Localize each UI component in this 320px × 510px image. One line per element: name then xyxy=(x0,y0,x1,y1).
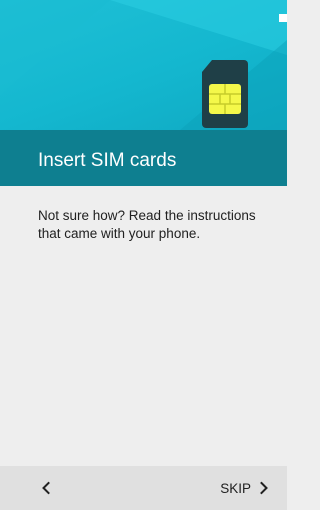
skip-label: SKIP xyxy=(220,480,251,496)
sim-card-icon xyxy=(202,60,248,128)
chevron-left-icon xyxy=(42,481,50,495)
instructions-text: Not sure how? Read the instructions that… xyxy=(38,208,256,241)
skip-button[interactable]: SKIP xyxy=(220,474,269,502)
status-indicator xyxy=(279,14,287,22)
page-title: Insert SIM cards xyxy=(38,150,177,171)
chevron-right-icon xyxy=(260,481,268,495)
hero-banner xyxy=(0,0,287,130)
back-button[interactable] xyxy=(32,474,60,502)
